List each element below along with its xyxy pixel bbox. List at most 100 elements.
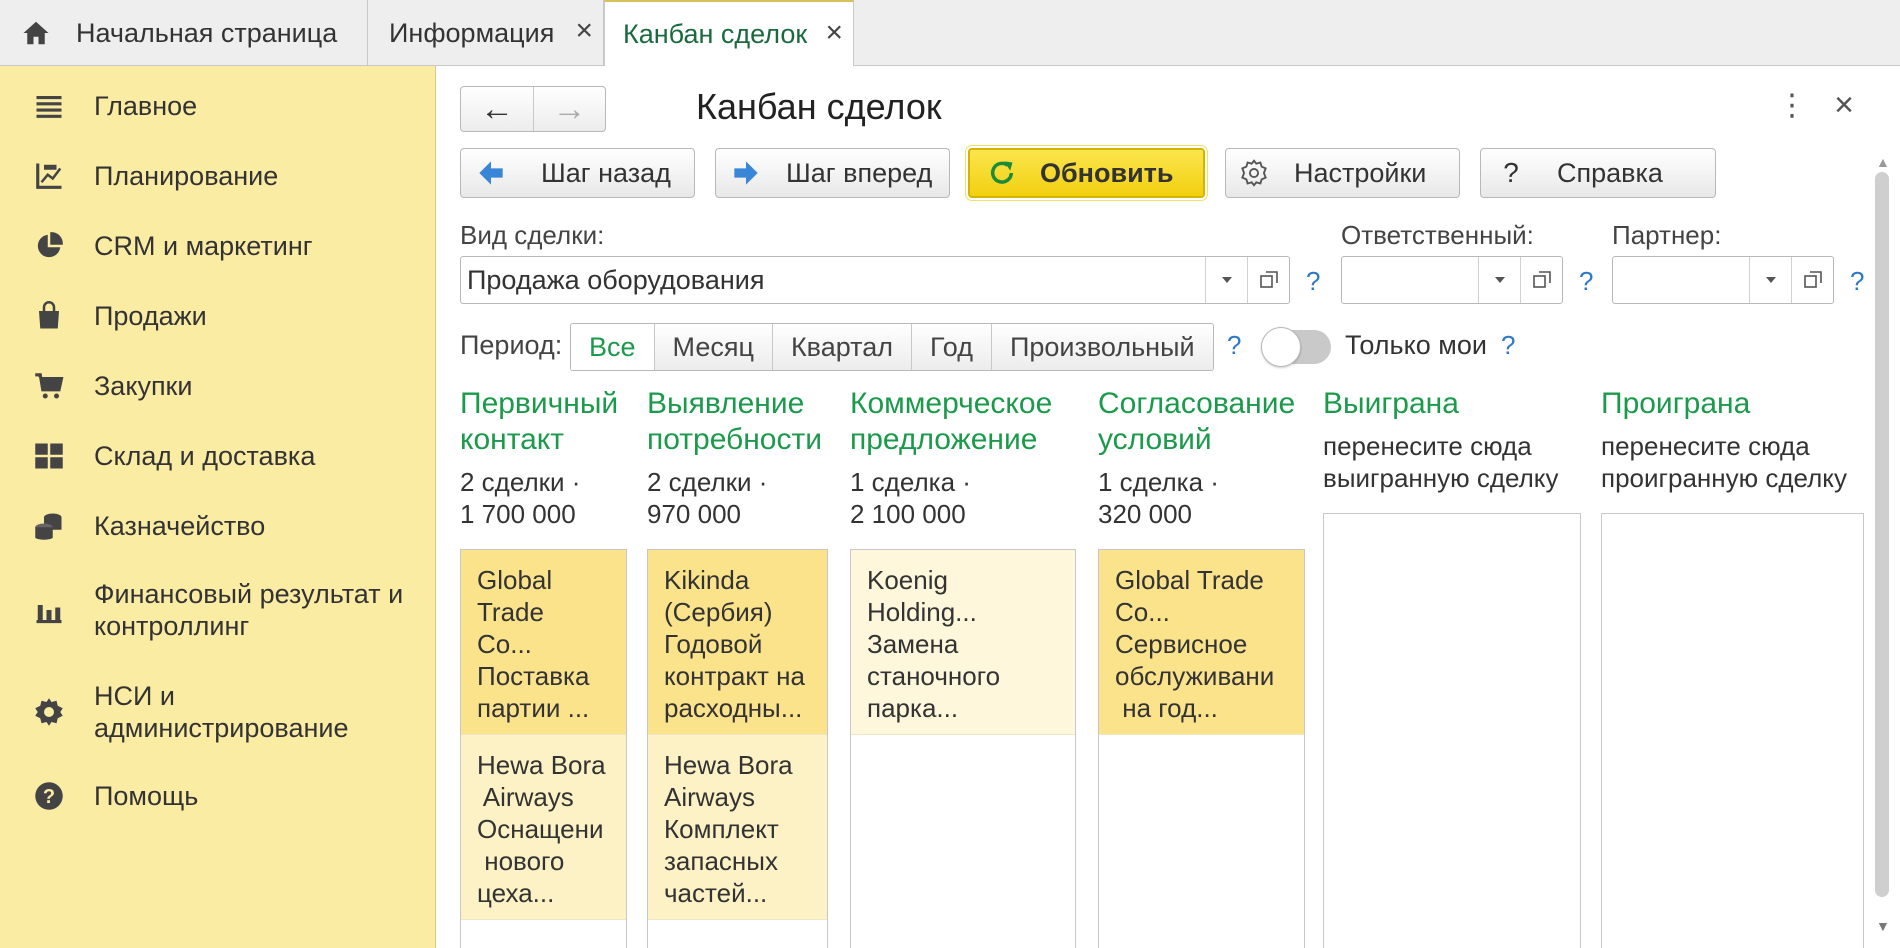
settings-label: Настройки: [1294, 157, 1427, 188]
deal-card[interactable]: Hewa Bora Airways Оснащени нового цеха...: [461, 735, 626, 920]
open-icon[interactable]: [1791, 257, 1833, 303]
step-forward-label: Шаг вперед: [786, 157, 933, 188]
column-title: Первичный контакт: [460, 387, 619, 456]
deal-card[interactable]: Global Trade Co... Поставка партии ...: [461, 550, 626, 735]
sidebar-item-help[interactable]: ? Помощь: [0, 776, 436, 816]
drop-hint: перенесите сюда выигранную сделку: [1323, 431, 1559, 493]
help-icon: ?: [35, 782, 63, 810]
kanban-column[interactable]: Global Trade Co... Сервисное обслуживани на…: [1098, 549, 1305, 948]
tab-kanban[interactable]: Канбан сделок ×: [604, 0, 854, 67]
sidebar-item-crm[interactable]: CRM и маркетинг: [0, 226, 436, 266]
sidebar-item-label: Помощь: [94, 781, 199, 811]
tab-information[interactable]: Информация ×: [368, 0, 604, 66]
deal-sum: 320 000: [1098, 499, 1192, 529]
deal-card[interactable]: Kikinda (Сербия) Годовой контракт на расходн…: [648, 550, 827, 735]
help-label: Справка: [1557, 157, 1663, 188]
period-option-year[interactable]: Год: [910, 324, 991, 370]
close-tab-kanban-icon[interactable]: ×: [825, 18, 843, 48]
tab-home[interactable]: Начальная страница: [0, 0, 368, 66]
kanban-drop-zone-lost[interactable]: [1601, 513, 1864, 948]
bar-chart-icon: [36, 605, 62, 624]
deal-count: 2 сделки ·: [647, 467, 768, 497]
partner-field[interactable]: [1612, 256, 1834, 304]
page-title: Канбан сделок: [696, 86, 942, 127]
tab-kanban-label: Канбан сделок: [623, 19, 808, 49]
sidebar-item-label: Склад и доставка: [94, 441, 316, 471]
refresh-label: Обновить: [1040, 157, 1174, 188]
deal-sum: 1 700 000: [460, 499, 576, 529]
step-forward-button[interactable]: Шаг вперед: [715, 148, 950, 198]
only-mine-help-icon[interactable]: ?: [1501, 330, 1515, 361]
scroll-down-icon[interactable]: ▼: [1876, 918, 1890, 934]
column-title: Выиграна: [1323, 387, 1459, 420]
scroll-thumb[interactable]: [1875, 172, 1889, 897]
dropdown-icon[interactable]: [1478, 257, 1520, 303]
open-icon[interactable]: [1520, 257, 1562, 303]
kanban-column[interactable]: Global Trade Co... Поставка партии ... Hewa …: [460, 549, 627, 948]
only-mine-toggle[interactable]: [1261, 327, 1331, 367]
partner-help-icon[interactable]: ?: [1850, 266, 1864, 297]
toggle-knob: [1261, 327, 1301, 367]
dropdown-icon[interactable]: [1205, 257, 1247, 303]
period-option-quarter[interactable]: Квартал: [771, 324, 911, 370]
step-back-button[interactable]: Шаг назад: [460, 148, 695, 198]
sidebar-item-main[interactable]: Главное: [0, 86, 436, 126]
svg-text:?: ?: [43, 786, 55, 808]
deal-type-help-icon[interactable]: ?: [1306, 266, 1320, 297]
nav-forward-button[interactable]: →: [533, 87, 605, 131]
column-summary: 1 сделка · 320 000: [1098, 466, 1219, 530]
sidebar-item-planning[interactable]: Планирование: [0, 156, 436, 196]
sidebar-item-sales[interactable]: Продажи: [0, 296, 436, 336]
deal-count: 1 сделка ·: [1098, 467, 1219, 497]
arrow-left-icon: [477, 159, 505, 187]
kanban-column[interactable]: Kikinda (Сербия) Годовой контракт на расходн…: [647, 549, 828, 948]
deal-sum: 970 000: [647, 499, 741, 529]
close-tab-information-icon[interactable]: ×: [575, 16, 593, 46]
scroll-up-icon[interactable]: ▲: [1876, 154, 1890, 170]
sidebar-item-purchases[interactable]: Закупки: [0, 366, 436, 406]
planning-icon: [36, 163, 62, 189]
period-option-custom[interactable]: Произвольный: [990, 324, 1213, 370]
deal-card[interactable]: Hewa Bora Airways Комплект запасных частей..…: [648, 735, 827, 920]
kanban-column[interactable]: Koenig Holding... Замена станочного парка...: [850, 549, 1076, 948]
sidebar-item-admin[interactable]: НСИ и администрирование: [0, 676, 436, 748]
responsible-help-icon[interactable]: ?: [1579, 266, 1593, 297]
period-help-icon[interactable]: ?: [1227, 330, 1241, 361]
question-icon: ?: [1503, 157, 1519, 188]
vertical-scrollbar[interactable]: ▲ ▼: [1872, 154, 1890, 948]
more-icon[interactable]: ⋮: [1777, 88, 1807, 123]
partner-value[interactable]: [1613, 257, 1749, 303]
close-form-icon[interactable]: ×: [1829, 86, 1859, 125]
nav-back-button[interactable]: ←: [461, 87, 533, 131]
arrow-right-icon: [732, 159, 760, 187]
sidebar-item-label: Планирование: [94, 161, 279, 191]
refresh-icon: [988, 159, 1016, 187]
sidebar-item-warehouse[interactable]: Склад и доставка: [0, 436, 436, 476]
period-selector: Все Месяц Квартал Год Произвольный: [570, 323, 1214, 371]
step-back-label: Шаг назад: [541, 157, 671, 188]
deal-card[interactable]: Koenig Holding... Замена станочного парка...: [851, 550, 1075, 735]
sidebar: Главное Планирование CRM и маркетинг Про…: [0, 66, 436, 948]
open-icon[interactable]: [1247, 257, 1289, 303]
responsible-field[interactable]: [1341, 256, 1563, 304]
period-option-all[interactable]: Все: [571, 324, 654, 370]
sidebar-item-treasury[interactable]: Казначейство: [0, 506, 436, 546]
period-option-month[interactable]: Месяц: [653, 324, 772, 370]
tab-information-label: Информация: [389, 17, 555, 48]
kanban-drop-zone-won[interactable]: [1323, 513, 1581, 948]
deal-type-value[interactable]: Продажа оборудования: [461, 257, 1205, 303]
refresh-button[interactable]: Обновить: [965, 145, 1208, 201]
deal-sum: 2 100 000: [850, 499, 966, 529]
main-content: ← → Канбан сделок ⋮ × Шаг назад Шаг впер…: [437, 66, 1900, 948]
settings-button[interactable]: Настройки: [1225, 148, 1460, 198]
column-summary: 2 сделки · 1 700 000: [460, 466, 580, 530]
sidebar-item-finance[interactable]: Финансовый результат и контроллинг: [0, 574, 436, 646]
responsible-value[interactable]: [1342, 257, 1478, 303]
coins-icon: [35, 513, 62, 540]
dropdown-icon[interactable]: [1749, 257, 1791, 303]
help-button[interactable]: ? Справка: [1480, 148, 1716, 198]
deal-card[interactable]: Global Trade Co... Сервисное обслуживани на…: [1099, 550, 1304, 735]
only-mine-label: Только мои: [1345, 330, 1487, 360]
deal-type-field[interactable]: Продажа оборудования: [460, 256, 1290, 304]
tab-home-label: Начальная страница: [76, 17, 338, 48]
